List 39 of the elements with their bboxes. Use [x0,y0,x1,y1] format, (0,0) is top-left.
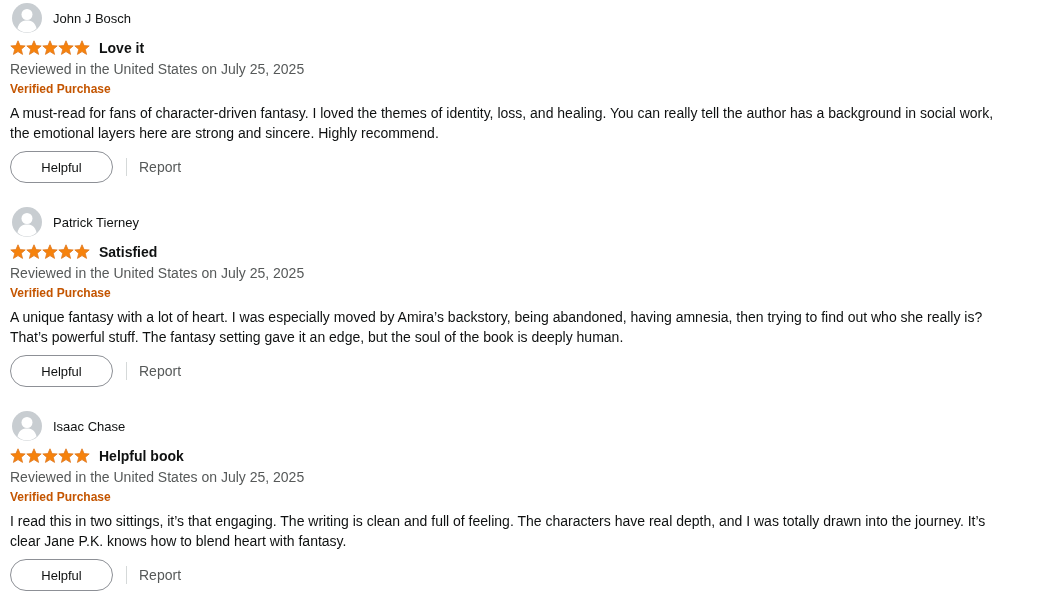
star-icon [74,40,90,56]
review-text: A unique fantasy with a lot of heart. I was especially moved by Amira’s backstory, being abandoned, having amnesia, then trying to find out who she really is? That’s powerful stuff. The fantasy setting gave it an edge, but the soul of the book is deeply human. [10,308,984,347]
verified-purchase-label: Verified Purchase [10,489,112,506]
star-icon [74,244,90,260]
avatar-icon [12,411,42,441]
star-icon [58,244,74,260]
star-icon [26,40,42,56]
star-icon [42,448,58,464]
helpful-button[interactable]: Helpful [10,355,113,387]
review-title[interactable]: Satisfied [99,244,158,260]
review-title[interactable]: Helpful book [99,448,184,464]
verified-purchase-label: Verified Purchase [10,81,112,98]
report-link[interactable]: Report [139,363,182,379]
report-link[interactable]: Report [139,159,182,175]
star-icon [10,448,26,464]
review-date: Reviewed in the United States on July 25, 2025 [10,60,306,79]
star-icon [26,244,42,260]
reviewer-name[interactable]: Patrick Tierney [53,214,139,230]
star-icon [42,40,58,56]
star-icon [58,448,74,464]
star-icon [10,40,26,56]
reviewer-name[interactable]: Isaac Chase [53,418,126,434]
avatar-icon [12,3,42,33]
star-icon [74,448,90,464]
avatar-icon [12,207,42,237]
helpful-button[interactable]: Helpful [10,151,113,183]
star-icon [10,244,26,260]
review-title[interactable]: Love it [99,40,145,56]
review-date: Reviewed in the United States on July 25, 2025 [10,264,306,283]
helpful-button[interactable]: Helpful [10,559,113,591]
reviewer-name[interactable]: John J Bosch [53,10,132,26]
star-icon [26,448,42,464]
review-text: A must-read for fans of character-driven fantasy. I loved the themes of identity, loss, and healing. You can really tell the author has a background in social work, the emotional layers here are strong and sincere. Highly recommend. [10,104,995,143]
review-text: I read this in two sittings, it’s that engaging. The writing is clean and full of feeling. The characters have real depth, and I was totally drawn into the journey. It’s clear Jane P.K. knows how to blend heart with fantasy. [10,512,987,551]
star-icon [42,244,58,260]
star-icon [58,40,74,56]
review-date: Reviewed in the United States on July 25, 2025 [10,468,306,487]
report-link[interactable]: Report [139,567,182,583]
verified-purchase-label: Verified Purchase [10,285,112,302]
